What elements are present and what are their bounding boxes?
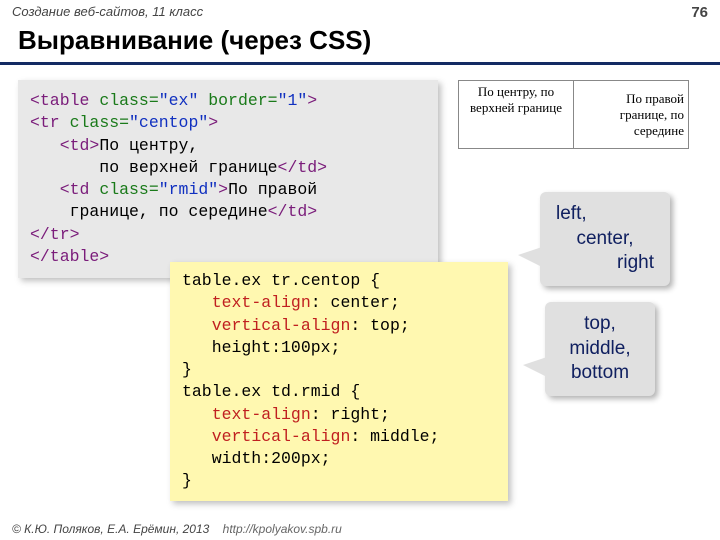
code-text: границе, по середине [30, 202, 268, 221]
example-cell-center-top: По центру, по верхней границе [459, 81, 574, 149]
code-text [182, 293, 212, 312]
example-table: По центру, по верхней границе По правой … [458, 80, 689, 149]
callout-line: center, [556, 227, 654, 252]
code-text: > [307, 91, 317, 110]
code-text: text-align [212, 293, 311, 312]
code-text [182, 405, 212, 424]
callout-tail-icon [518, 247, 542, 267]
code-text: "1" [278, 91, 308, 110]
callout-line: left, [556, 202, 654, 227]
code-text: : center; [311, 293, 400, 312]
callout-line: middle, [561, 337, 639, 362]
code-text: class= [70, 113, 129, 132]
code-text: table.ex tr.centop { [182, 271, 380, 290]
table-row: По центру, по верхней границе По правой … [459, 81, 689, 149]
callout-text-align-values: left, center, right [540, 192, 670, 286]
footer-url: http://kpolyakov.spb.ru [223, 522, 342, 536]
code-text: <table [30, 91, 99, 110]
code-text: "rmid" [159, 180, 218, 199]
code-text: : middle; [350, 427, 439, 446]
code-text: class= [99, 180, 158, 199]
code-text: <td> [30, 136, 99, 155]
code-text [182, 316, 212, 335]
course-label: Создание веб-сайтов, 11 класс [12, 4, 203, 21]
callout-line: right [556, 251, 654, 276]
page-number: 76 [691, 4, 708, 21]
code-text: </table> [30, 247, 109, 266]
callout-tail-icon [523, 357, 547, 377]
code-text: text-align [212, 405, 311, 424]
callout-vertical-align-values: top, middle, bottom [545, 302, 655, 396]
css-code-block: table.ex tr.centop { text-align: center;… [170, 262, 508, 501]
code-text: </tr> [30, 225, 80, 244]
code-text: height:100px; [182, 338, 340, 357]
page-title: Выравнивание (через CSS) [0, 23, 720, 65]
callout-line: top, [561, 312, 639, 337]
code-text: "ex" [159, 91, 199, 110]
example-cell-right-middle: По правой границе, по середине [574, 81, 689, 149]
code-text: : right; [311, 405, 390, 424]
code-text: по верхней границе [30, 158, 278, 177]
slide-footer: © К.Ю. Поляков, Е.А. Ерёмин, 2013 http:/… [12, 522, 342, 536]
code-text: > [208, 113, 218, 132]
code-text: </td> [268, 202, 318, 221]
code-text: > [218, 180, 228, 199]
html-code-block: <table class="ex" border="1"> <tr class=… [18, 80, 438, 278]
code-text [182, 427, 212, 446]
code-text: <tr [30, 113, 70, 132]
code-text: vertical-align [212, 316, 351, 335]
code-text: </td> [278, 158, 328, 177]
code-text: table.ex td.rmid { [182, 382, 360, 401]
callout-line: bottom [561, 361, 639, 386]
code-text: class= [99, 91, 158, 110]
code-text: vertical-align [212, 427, 351, 446]
slide-header: Создание веб-сайтов, 11 класс 76 [0, 0, 720, 23]
code-text: <td [30, 180, 99, 199]
code-text: } [182, 360, 192, 379]
code-text: По правой [228, 180, 317, 199]
code-text: По центру, [99, 136, 198, 155]
code-text: "centop" [129, 113, 208, 132]
code-text: width:200px; [182, 449, 331, 468]
code-text: } [182, 471, 192, 490]
copyright: © К.Ю. Поляков, Е.А. Ерёмин, 2013 [12, 522, 209, 536]
code-text: : top; [350, 316, 409, 335]
code-text: border= [198, 91, 277, 110]
